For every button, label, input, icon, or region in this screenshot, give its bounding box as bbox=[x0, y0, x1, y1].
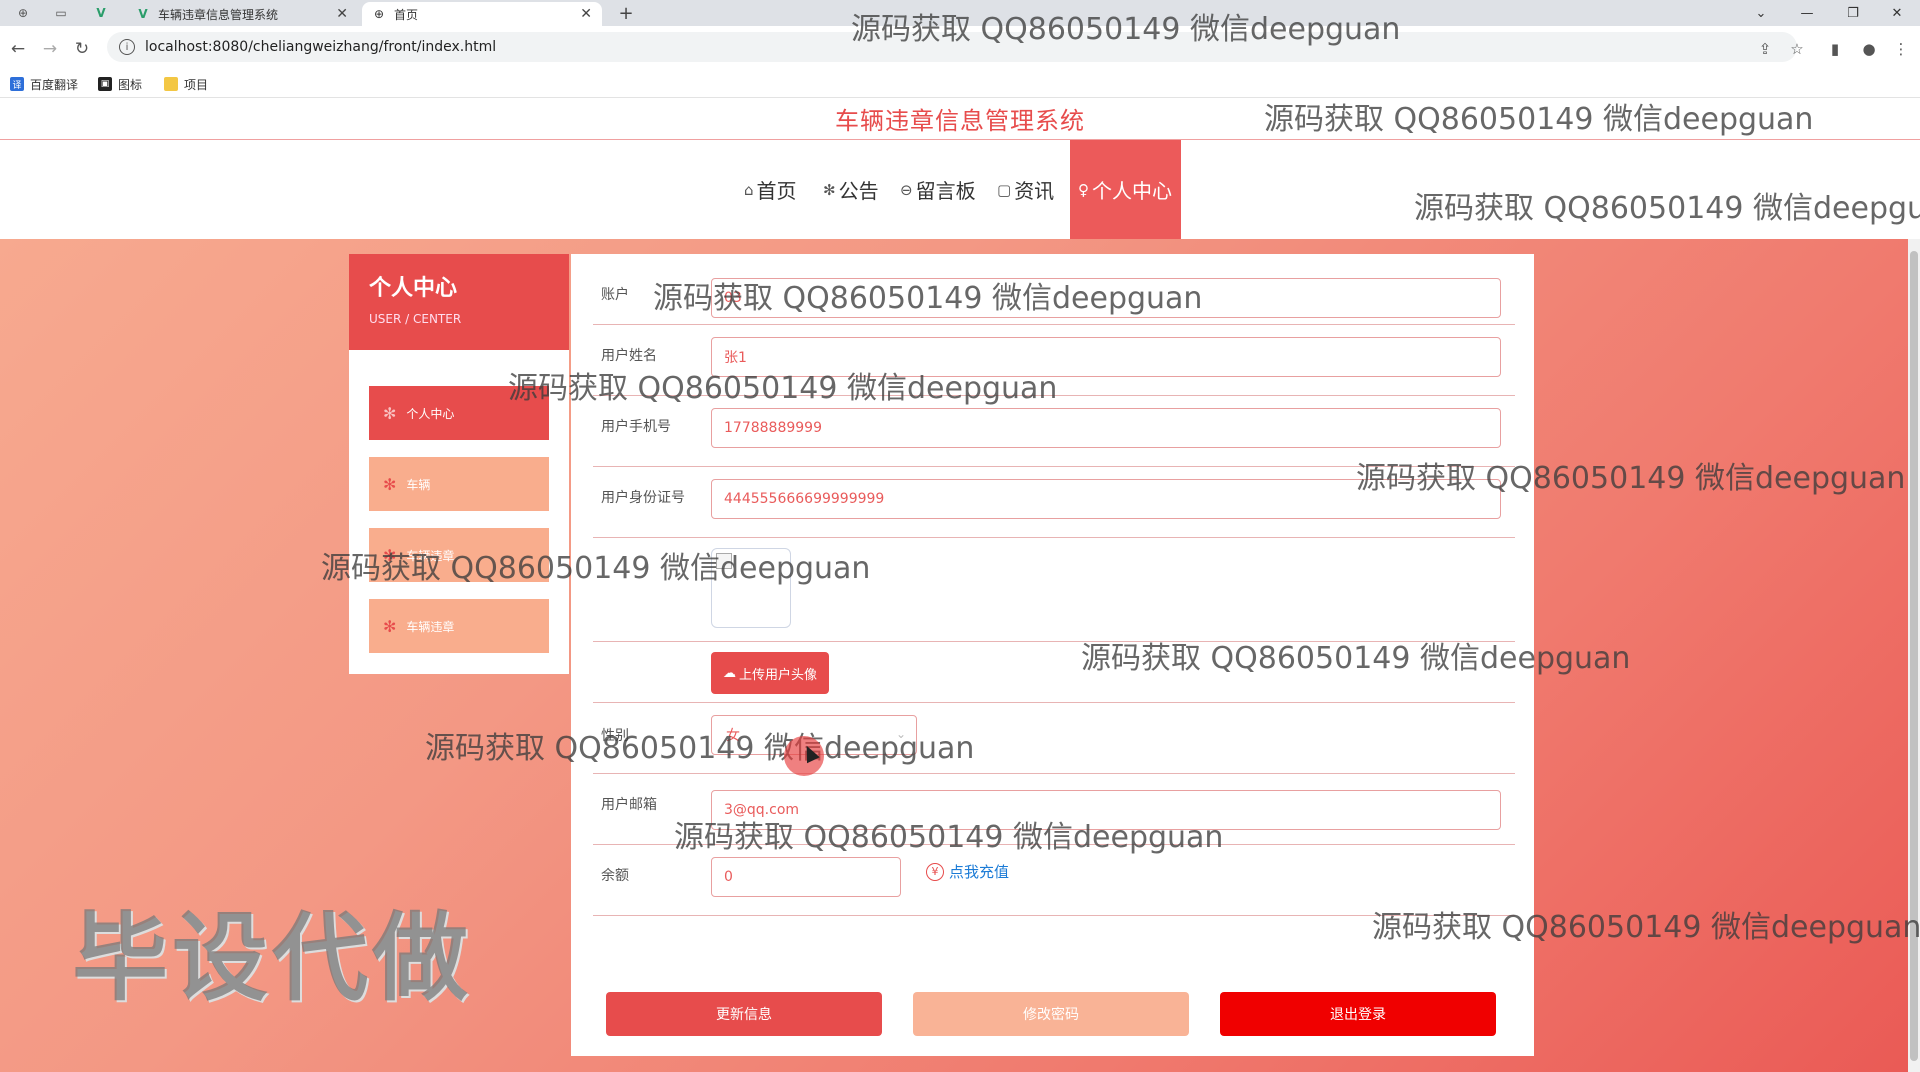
watermark-text: 源码获取 QQ86050149 微信deepguan bbox=[1372, 910, 1920, 945]
news-icon: ▢ bbox=[997, 180, 1012, 199]
email-label: 用户邮箱 bbox=[601, 797, 657, 813]
sidebar-item-label: 车辆违章 bbox=[406, 619, 455, 634]
balance-field[interactable]: 0 bbox=[711, 857, 901, 897]
recharge-link[interactable]: ¥ 点我充值 bbox=[926, 861, 1009, 882]
nav-label: 资讯 bbox=[1014, 179, 1055, 203]
phone-label: 用户手机号 bbox=[601, 419, 671, 435]
share-icon[interactable]: ⇪ bbox=[1752, 38, 1778, 60]
sidebar-header: 个人中心 USER / CENTER bbox=[349, 254, 569, 350]
watermark-text: 源码获取 QQ86050149 微信deepguan bbox=[425, 731, 975, 766]
cloud-upload-icon: ☁ bbox=[722, 665, 736, 681]
account-label: 账户 bbox=[601, 287, 629, 303]
watermark-text: 源码获取 QQ86050149 微信deepguan bbox=[674, 820, 1224, 855]
watermark-text: 源码获取 QQ86050149 微信deepguan bbox=[1081, 641, 1631, 676]
asterisk-icon: ✻ bbox=[823, 180, 836, 199]
sidebar-title: 个人中心 bbox=[369, 276, 458, 301]
home-icon: ⌂ bbox=[744, 180, 754, 199]
watermark-text: 源码获取 QQ86050149 微信deepguan bbox=[1414, 191, 1920, 226]
upload-label: 上传用户头像 bbox=[738, 667, 817, 683]
image-icon: ▣ bbox=[98, 77, 112, 91]
watermark-text: 源码获取 QQ86050149 微信deepguan bbox=[1356, 461, 1906, 496]
chevron-down-icon[interactable]: ⌄ bbox=[1738, 0, 1784, 26]
nav-label: 个人中心 bbox=[1092, 179, 1172, 203]
sidebar-item-label: 车辆 bbox=[406, 477, 431, 492]
yen-icon: ¥ bbox=[926, 862, 944, 881]
message-icon: ⊖ bbox=[900, 180, 913, 199]
nav-label: 留言板 bbox=[915, 179, 976, 203]
nav-label: 公告 bbox=[838, 179, 879, 203]
url-text: localhost:8080/cheliangweizhang/front/in… bbox=[145, 39, 497, 55]
stamp-text: 毕设代做 bbox=[72, 902, 472, 1014]
tab-title: 首页 bbox=[394, 7, 419, 22]
vue-icon: V bbox=[138, 7, 148, 21]
tab-vehicle-system[interactable]: V 车辆违章信息管理系统 ✕ bbox=[126, 2, 358, 26]
recharge-label: 点我充值 bbox=[949, 863, 1010, 881]
nav-notice[interactable]: ✻ 公告 bbox=[823, 140, 879, 239]
update-info-button[interactable]: 更新信息 bbox=[606, 992, 882, 1036]
new-tab-button[interactable]: + bbox=[614, 2, 638, 24]
bookmark-baidu-translate[interactable]: 译 百度翻译 bbox=[10, 75, 78, 93]
minimize-button[interactable]: — bbox=[1784, 0, 1830, 26]
snowflake-icon: ✻ bbox=[383, 403, 397, 423]
upload-avatar-button[interactable]: ☁ 上传用户头像 bbox=[711, 652, 829, 694]
snowflake-icon: ✻ bbox=[383, 474, 397, 494]
page-scrollbar[interactable] bbox=[1908, 239, 1920, 1072]
tab-home[interactable]: ⊕ 首页 ✕ bbox=[362, 2, 602, 26]
site-title: 车辆违章信息管理系统 bbox=[835, 107, 1085, 135]
watermark-text: 源码获取 QQ86050149 微信deepguan bbox=[1264, 102, 1814, 137]
snowflake-icon: ✻ bbox=[383, 616, 397, 636]
forward-button[interactable]: → bbox=[36, 36, 64, 62]
info-icon[interactable]: i bbox=[119, 39, 135, 55]
blank-tab-icon[interactable]: ▭ bbox=[48, 3, 74, 23]
watermark-text: 源码获取 QQ86050149 微信deepguan bbox=[508, 371, 1058, 406]
sidebar-item-violation-2[interactable]: ✻ 车辆违章 bbox=[369, 599, 549, 653]
star-icon[interactable]: ☆ bbox=[1784, 38, 1810, 60]
nav-news[interactable]: ▢ 资讯 bbox=[997, 140, 1054, 239]
side-panel-icon[interactable]: ▮ bbox=[1822, 38, 1848, 60]
change-password-button[interactable]: 修改密码 bbox=[913, 992, 1189, 1036]
vue-icon[interactable]: V bbox=[88, 3, 114, 23]
user-icon: ♀ bbox=[1078, 180, 1089, 199]
phone-field[interactable]: 17788889999 bbox=[711, 408, 1501, 448]
bookmark-project[interactable]: 项目 bbox=[164, 75, 208, 93]
sidebar-subtitle: USER / CENTER bbox=[369, 312, 462, 326]
reload-button[interactable]: ↻ bbox=[68, 36, 96, 62]
idcard-label: 用户身份证号 bbox=[601, 490, 685, 506]
folder-icon bbox=[164, 77, 178, 91]
nav-user-center[interactable]: ♀ 个人中心 bbox=[1070, 140, 1181, 239]
globe-icon: ⊕ bbox=[373, 7, 385, 21]
nav-home[interactable]: ⌂ 首页 bbox=[744, 140, 797, 239]
logout-button[interactable]: 退出登录 bbox=[1220, 992, 1496, 1036]
restore-button[interactable]: ❐ bbox=[1830, 0, 1876, 26]
watermark-text: 源码获取 QQ86050149 微信deepguan bbox=[653, 281, 1203, 316]
back-button[interactable]: ← bbox=[4, 36, 32, 62]
tab-title: 车辆违章信息管理系统 bbox=[158, 7, 279, 22]
name-label: 用户姓名 bbox=[601, 348, 657, 364]
sidebar-item-label: 个人中心 bbox=[406, 406, 455, 421]
bookmark-label: 项目 bbox=[184, 77, 209, 92]
close-icon[interactable]: ✕ bbox=[336, 6, 348, 22]
close-icon[interactable]: ✕ bbox=[580, 6, 592, 22]
nav-label: 首页 bbox=[756, 179, 797, 203]
watermark-text: 源码获取 QQ86050149 微信deepguan bbox=[321, 551, 871, 586]
bookmark-label: 百度翻译 bbox=[30, 77, 79, 92]
translate-icon: 译 bbox=[10, 77, 24, 91]
bookmark-label: 图标 bbox=[118, 77, 143, 92]
window-close-button[interactable]: ✕ bbox=[1874, 0, 1920, 26]
sidebar: 个人中心 USER / CENTER ✻ 个人中心 ✻ 车辆 ✻ 车辆违章 ✻ … bbox=[349, 254, 569, 674]
bookmark-icons[interactable]: ▣ 图标 bbox=[98, 75, 142, 93]
balance-label: 余额 bbox=[601, 868, 629, 884]
sidebar-item-vehicle[interactable]: ✻ 车辆 bbox=[369, 457, 549, 511]
menu-icon[interactable]: ⋮ bbox=[1888, 38, 1914, 60]
watermark-text: 源码获取 QQ86050149 微信deepguan bbox=[851, 12, 1401, 47]
nav-message-board[interactable]: ⊖ 留言板 bbox=[900, 140, 976, 239]
globe-icon[interactable]: ⊕ bbox=[10, 3, 36, 23]
profile-icon[interactable]: ● bbox=[1856, 38, 1882, 60]
